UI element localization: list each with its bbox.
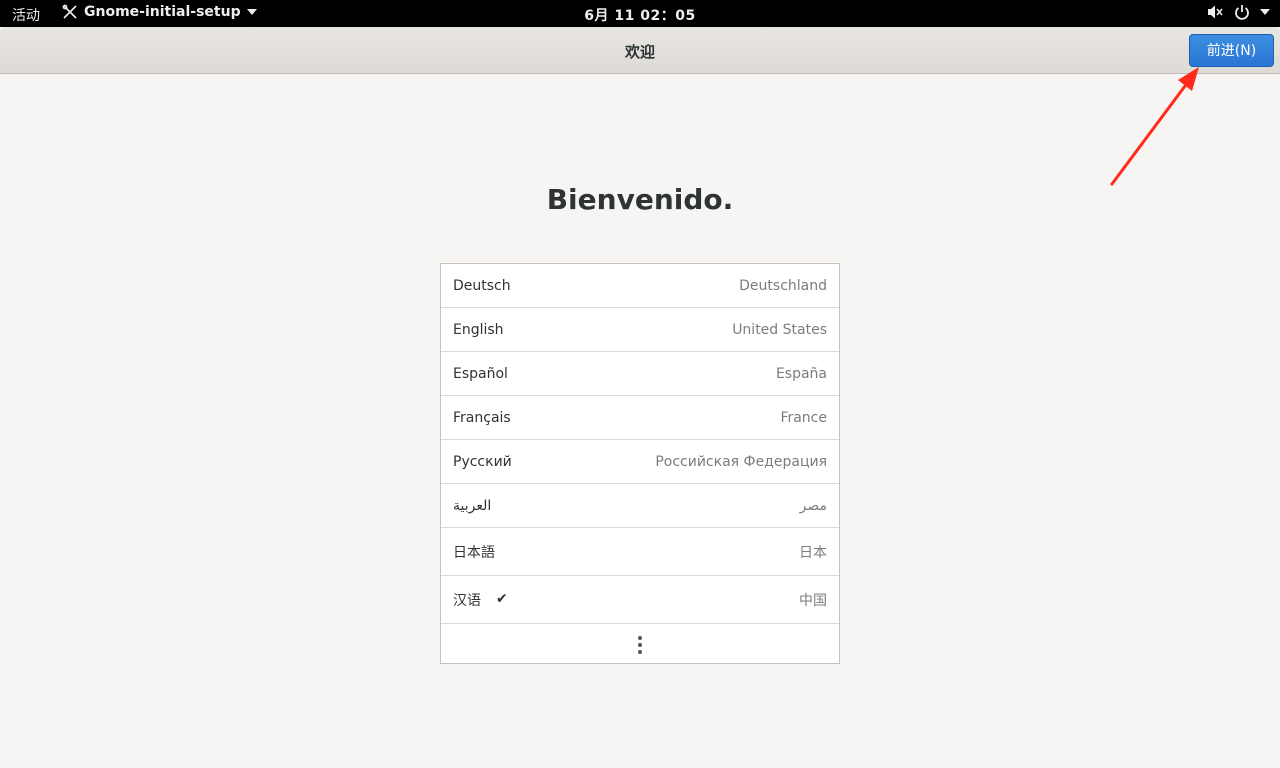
language-region: France	[780, 409, 827, 426]
page-title: 欢迎	[624, 43, 655, 61]
language-region: Российская Федерация	[655, 453, 827, 470]
chevron-down-icon	[1260, 9, 1270, 15]
next-button[interactable]: 前进(N)	[1189, 34, 1274, 67]
language-region: 日本	[799, 544, 827, 561]
more-languages-button[interactable]	[441, 624, 839, 664]
language-row[interactable]: Русский Российская Федерация	[441, 440, 839, 484]
language-row-selected[interactable]: 汉语 ✔ 中国	[441, 576, 839, 624]
language-region: España	[775, 365, 827, 382]
language-region: 中国	[799, 592, 827, 609]
language-name: Français	[453, 409, 511, 426]
check-icon: ✔	[496, 590, 508, 607]
language-name: Deutsch	[453, 277, 511, 294]
system-status-menu[interactable]	[1206, 4, 1270, 20]
more-vertical-icon	[638, 636, 642, 654]
language-region: United States	[732, 321, 827, 338]
language-row[interactable]: Français France	[441, 396, 839, 440]
language-name: 汉语	[453, 592, 481, 609]
language-row[interactable]: Deutsch Deutschland	[441, 264, 839, 308]
language-name: العربية	[453, 497, 492, 514]
language-row[interactable]: العربية مصر	[441, 484, 839, 528]
clock[interactable]: 6月 11 02：05	[0, 5, 1280, 25]
language-row[interactable]: Español España	[441, 352, 839, 396]
power-icon	[1235, 5, 1249, 20]
language-name: Русский	[453, 453, 512, 470]
language-name: English	[453, 321, 504, 338]
top-bar: 活动 Gnome-initial-setup 6月 11 02：05	[0, 0, 1280, 27]
language-region: Deutschland	[739, 277, 827, 294]
language-name: Español	[453, 365, 508, 382]
language-region: مصر	[799, 497, 827, 514]
language-row[interactable]: 日本語 日本	[441, 528, 839, 576]
header-bar: 欢迎 前进(N)	[0, 27, 1280, 74]
language-row[interactable]: English United States	[441, 308, 839, 352]
volume-muted-icon	[1208, 5, 1223, 19]
language-list: Deutsch Deutschland English United State…	[440, 263, 840, 664]
welcome-heading: Bienvenido.	[546, 183, 734, 216]
language-name: 日本語	[453, 544, 495, 561]
